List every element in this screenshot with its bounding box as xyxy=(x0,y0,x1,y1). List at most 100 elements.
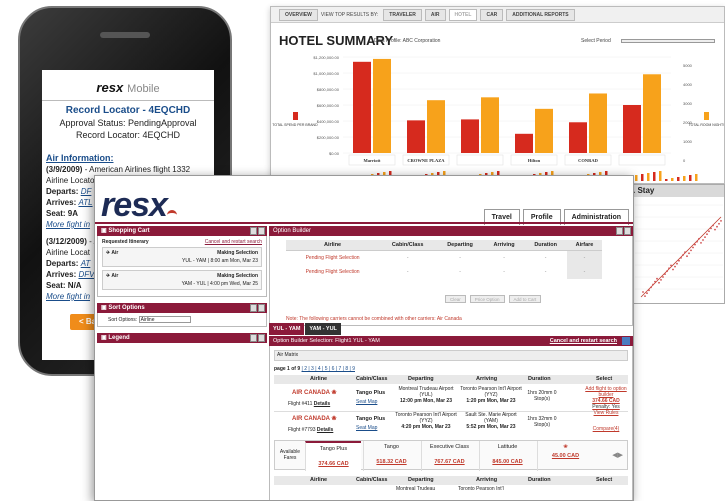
compare-link[interactable]: Compare(4) xyxy=(582,426,630,432)
cart-item-status: Making Selection xyxy=(217,273,258,279)
requested-itinerary-label: Requested Itinerary xyxy=(102,239,149,245)
cell: - xyxy=(459,254,461,261)
airline-name: AIR CANADA ❀ xyxy=(292,415,336,422)
fare-option[interactable]: Executive Class 767.67 CAD xyxy=(421,441,477,471)
pagination-links[interactable]: | 2 | 3 | 4 | 5 | 6 | 7 | 8 | 9 xyxy=(302,366,355,372)
help-icon[interactable] xyxy=(624,227,631,235)
right-tick-label: 5000 xyxy=(683,63,693,68)
shopping-cart-header: ▣ Shopping Cart xyxy=(97,226,267,236)
cart-item[interactable]: ✈ Air Making Selection YAM - YUL | 4:00 … xyxy=(102,270,262,290)
scatter-point xyxy=(668,267,670,270)
air-matrix-bar[interactable]: Air Matrix xyxy=(274,350,628,361)
flight-number: Flight #7793 Details xyxy=(288,427,333,433)
clear-button[interactable]: Clear xyxy=(445,295,466,303)
flight-number-text: Flight #411 xyxy=(288,401,313,407)
mini-bar xyxy=(653,172,656,181)
minimize-icon[interactable] xyxy=(616,227,623,235)
tab-route-return[interactable]: YAM - YUL xyxy=(305,323,341,335)
flight-selection-title: Option Builder Selection: Flight1 YUL - … xyxy=(273,338,380,344)
price-option-button[interactable]: Price Option xyxy=(469,295,505,303)
minimize-icon[interactable] xyxy=(250,227,257,235)
report-tab-additional[interactable]: ADDITIONAL REPORTS xyxy=(506,8,575,21)
col-departing: Departing xyxy=(436,240,484,251)
report-data-profile: Data Profile: ABC Corporation xyxy=(374,38,441,44)
mobile-seg2-departs-link[interactable]: AT xyxy=(81,259,91,268)
seat-map-link[interactable]: Seat Map xyxy=(356,425,377,431)
option-builder-header: Option Builder xyxy=(269,226,633,236)
legend-header: ▣ Legend xyxy=(97,333,267,343)
cart-item-type: ✈ Air xyxy=(106,273,118,279)
left-column: ▣ Shopping Cart Requested Itinerary Canc… xyxy=(97,226,267,500)
departing-airport: Toronto Pearson Int'l Airport (YYZ) xyxy=(395,412,457,424)
mobile-seg1-departs-label: Departs: xyxy=(46,187,79,196)
fare-price[interactable]: 767.67 CAD xyxy=(422,459,477,465)
option-builder-controls xyxy=(616,227,631,235)
air-matrix-label: Air Matrix xyxy=(277,352,299,358)
fare-price[interactable]: 45.00 CAD xyxy=(538,453,593,459)
flight-details-link[interactable]: Details xyxy=(317,427,333,433)
minimize-icon[interactable] xyxy=(250,334,257,342)
help-icon[interactable] xyxy=(258,227,265,235)
report-tab-car[interactable]: CAR xyxy=(480,8,504,21)
scatter-point xyxy=(648,289,650,292)
report-period-slider[interactable] xyxy=(621,39,715,43)
carrier-note: Note: The following carriers cannot be c… xyxy=(286,316,462,322)
help-icon[interactable] xyxy=(622,337,630,345)
fare-price[interactable]: 374.66 CAD xyxy=(306,461,361,467)
fare-option[interactable]: Tango 518.32 CAD xyxy=(363,441,419,471)
mobile-seg1-more-link[interactable]: More fight in xyxy=(46,220,90,229)
report-tab-air[interactable]: AIR xyxy=(424,8,446,21)
scatter-point xyxy=(696,240,698,243)
flight-details-link[interactable]: Details xyxy=(314,401,330,407)
cart-item[interactable]: ✈ Air Making Selection YUL - YAM | 8:00 … xyxy=(102,247,262,267)
cabin-class: Tango Plus xyxy=(356,390,386,396)
flight-cancel-restart-link[interactable]: Cancel and restart search xyxy=(550,336,617,346)
col-cabin: Cabin/Class xyxy=(356,376,388,382)
seat-map-link[interactable]: Seat Map xyxy=(356,399,377,405)
mobile-seg1-arrives-link[interactable]: ATL xyxy=(78,198,92,207)
mobile-seg1-departs-link[interactable]: DF xyxy=(81,187,92,196)
mobile-seg2-more-link[interactable]: More fight in xyxy=(46,292,90,301)
fare-scroll-arrows-icon[interactable]: ◀▶ xyxy=(612,451,623,459)
route-tabs: YUL - YAM YAM - YUL xyxy=(269,323,342,335)
sort-select[interactable]: Airline xyxy=(138,316,191,323)
fare-option[interactable]: ❀ 45.00 CAD xyxy=(537,441,593,471)
fare-price[interactable]: 845.00 CAD xyxy=(480,459,535,465)
minimize-icon[interactable] xyxy=(250,304,257,312)
scatter-point xyxy=(718,222,720,225)
scatter-point xyxy=(674,265,676,268)
fare-name: Executive Class xyxy=(429,444,470,450)
shopping-cart-body: Requested Itinerary Cancel and restart s… xyxy=(97,236,267,297)
scatter-point xyxy=(660,279,662,281)
departing-info: Toronto Pearson Int'l Airport (YYZ) 4:20 … xyxy=(394,412,458,430)
report-tab-overview[interactable]: OVERVIEW xyxy=(279,8,318,21)
report-tab-hotel[interactable]: HOTEL xyxy=(448,8,478,21)
fare-option[interactable]: Tango Plus 374.66 CAD xyxy=(305,441,361,471)
add-to-cart-button[interactable]: Add to Cart xyxy=(508,295,542,303)
cart-panel-controls xyxy=(250,227,265,235)
mobile-logo-sub: Mobile xyxy=(127,83,160,95)
airline-name: AIR CANADA ❀ xyxy=(292,389,336,396)
cell: - xyxy=(459,268,461,275)
mobile-seg2-arrives-label: Arrives: xyxy=(46,270,77,279)
fare-price[interactable]: 518.32 CAD xyxy=(364,459,419,465)
right-tick-label: 1000 xyxy=(683,139,693,144)
scatter-point xyxy=(652,283,654,286)
scatter-point xyxy=(678,259,680,262)
add-flight-link[interactable]: Add flight to option builder xyxy=(585,386,626,398)
tab-route-outbound[interactable]: YUL - YAM xyxy=(269,323,305,335)
mobile-seg2-arrives-link[interactable]: DFV xyxy=(78,270,94,279)
help-icon[interactable] xyxy=(258,304,265,312)
mini-bar xyxy=(635,175,638,181)
col-duration: Duration xyxy=(528,376,551,382)
help-icon[interactable] xyxy=(258,334,265,342)
report-tab-traveler[interactable]: TRAVELER xyxy=(383,8,422,21)
cell: - xyxy=(544,268,547,275)
cart-item-status: Making Selection xyxy=(217,250,258,256)
mobile-air-info-title[interactable]: Air Information: xyxy=(46,153,210,164)
fare-option[interactable]: Latitude 845.00 CAD xyxy=(479,441,535,471)
legend-panel-controls xyxy=(250,334,265,342)
scatter-point xyxy=(702,239,704,241)
cart-cancel-restart-link[interactable]: Cancel and restart search xyxy=(205,239,262,245)
maple-leaf-icon: ❀ xyxy=(331,390,337,396)
